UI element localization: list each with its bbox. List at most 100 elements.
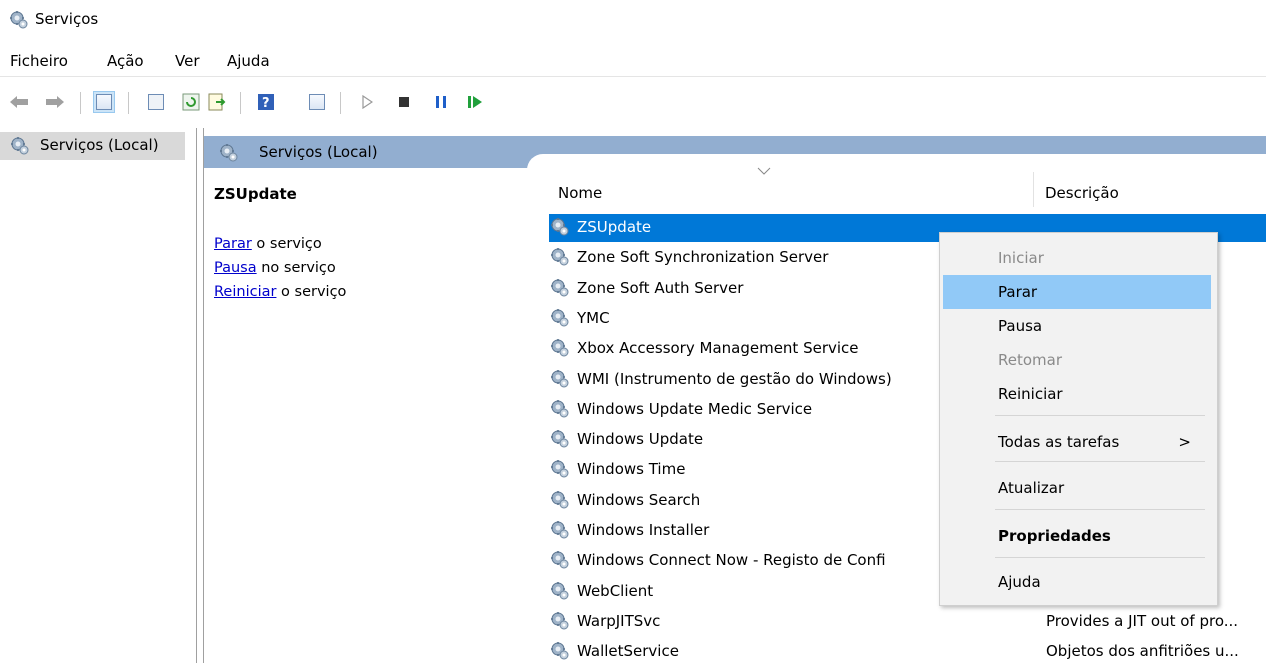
show-action-pane-icon[interactable] bbox=[306, 91, 328, 113]
menu-item-label: Iniciar bbox=[998, 249, 1044, 267]
submenu-arrow-icon: > bbox=[1178, 433, 1191, 451]
service-gear-icon bbox=[551, 339, 569, 357]
svg-text:?: ? bbox=[262, 96, 270, 111]
context-menu-item-all-tasks[interactable]: Todas as tarefas > bbox=[943, 425, 1211, 459]
service-gear-icon bbox=[551, 400, 569, 418]
action-stop-service: Parar o serviço bbox=[214, 236, 322, 252]
menu-action[interactable]: Ação bbox=[107, 52, 144, 70]
menu-item-label: Todas as tarefas bbox=[998, 433, 1120, 451]
pause-link[interactable]: Pausa bbox=[214, 260, 257, 276]
menu-item-label: Retomar bbox=[998, 351, 1063, 369]
menu-item-label: Atualizar bbox=[998, 479, 1065, 497]
stop-link[interactable]: Parar bbox=[214, 236, 252, 252]
table-row[interactable]: WalletService Objetos dos anfitriões u... bbox=[549, 638, 1266, 666]
service-name: Windows Search bbox=[577, 490, 701, 509]
menu-separator bbox=[995, 557, 1205, 558]
service-gear-icon bbox=[551, 491, 569, 509]
pause-service-icon[interactable] bbox=[430, 91, 452, 113]
services-gear-icon bbox=[220, 144, 238, 162]
window-title: Serviços bbox=[35, 10, 99, 28]
service-description: Provides a JIT out of pro... bbox=[1046, 611, 1239, 630]
context-menu: Iniciar Parar Pausa Retomar Reiniciar Todas a… bbox=[939, 232, 1218, 606]
toolbar: ? bbox=[0, 88, 1266, 118]
menu-item-label: Propriedades bbox=[998, 527, 1111, 545]
tree-item-services-local[interactable]: Serviços (Local) bbox=[0, 132, 185, 160]
toolbar-separator bbox=[80, 92, 81, 114]
context-menu-item-start: Iniciar bbox=[943, 241, 1211, 275]
menu-item-label: Ajuda bbox=[998, 573, 1041, 591]
column-divider[interactable] bbox=[1033, 172, 1034, 207]
help-icon[interactable]: ? bbox=[255, 91, 277, 113]
services-gear-icon bbox=[10, 11, 28, 29]
service-name: WarpJITSvc bbox=[577, 611, 661, 630]
service-name: Zone Soft Auth Server bbox=[577, 278, 744, 297]
action-restart-service: Reiniciar o serviço bbox=[214, 284, 346, 300]
export-list-icon[interactable] bbox=[206, 91, 228, 113]
service-name: YMC bbox=[577, 308, 610, 327]
console-tree: Serviços (Local) bbox=[0, 128, 197, 663]
service-name: Windows Installer bbox=[577, 521, 710, 539]
stop-service-icon[interactable] bbox=[393, 91, 415, 113]
menu-separator bbox=[995, 415, 1205, 416]
menu-bar: Ficheiro Ação Ver Ajuda bbox=[0, 46, 1266, 77]
action-pause-service: Pausa no serviço bbox=[214, 260, 336, 276]
services-gear-icon bbox=[11, 137, 29, 155]
service-name: Windows Connect Now - Registo de Confi bbox=[577, 551, 886, 570]
context-menu-item-properties[interactable]: Propriedades bbox=[943, 519, 1211, 553]
service-name: WMI (Instrumento de gestão do Windows) bbox=[577, 369, 892, 388]
show-console-tree-icon[interactable] bbox=[93, 91, 115, 113]
service-gear-icon bbox=[551, 309, 569, 327]
menu-item-label: Parar bbox=[998, 283, 1038, 301]
service-gear-icon bbox=[551, 521, 569, 539]
toolbar-separator bbox=[240, 92, 241, 114]
service-gear-icon bbox=[551, 248, 569, 266]
service-gear-icon bbox=[551, 612, 569, 630]
service-name: Windows Time bbox=[577, 460, 686, 479]
tree-item-label: Serviços (Local) bbox=[40, 136, 159, 154]
forward-arrow-icon[interactable] bbox=[44, 91, 66, 113]
toolbar-separator bbox=[128, 92, 129, 114]
menu-item-label: Pausa bbox=[998, 317, 1043, 335]
back-arrow-icon[interactable] bbox=[8, 91, 30, 113]
title-bar: Serviços bbox=[0, 0, 1266, 40]
service-gear-icon bbox=[551, 551, 569, 569]
menu-separator bbox=[995, 461, 1205, 462]
column-header-description[interactable]: Descrição bbox=[1045, 184, 1119, 202]
action-text: o serviço bbox=[276, 284, 347, 300]
column-header-name[interactable]: Nome bbox=[558, 184, 602, 202]
action-text: o serviço bbox=[251, 236, 322, 252]
service-gear-icon bbox=[551, 642, 569, 660]
service-name: Xbox Accessory Management Service bbox=[577, 339, 859, 358]
menu-help[interactable]: Ajuda bbox=[227, 52, 270, 70]
table-row[interactable]: WarpJITSvc Provides a JIT out of pro... bbox=[549, 608, 1266, 636]
context-menu-item-stop[interactable]: Parar bbox=[943, 275, 1211, 309]
context-menu-item-refresh[interactable]: Atualizar bbox=[943, 471, 1211, 505]
service-name: Windows Update Medic Service bbox=[577, 399, 813, 418]
service-gear-icon bbox=[551, 460, 569, 478]
resume-service-icon[interactable] bbox=[464, 91, 486, 113]
service-name: Windows Update bbox=[577, 430, 704, 449]
service-gear-icon bbox=[551, 279, 569, 297]
menu-view[interactable]: Ver bbox=[175, 52, 200, 70]
service-gear-icon bbox=[551, 218, 569, 236]
list-tab-curve bbox=[527, 154, 1266, 174]
service-gear-icon bbox=[551, 582, 569, 600]
properties-icon[interactable] bbox=[145, 91, 167, 113]
restart-link[interactable]: Reiniciar bbox=[214, 284, 276, 300]
selected-service-title: ZSUpdate bbox=[214, 185, 297, 203]
service-name: ZSUpdate bbox=[577, 218, 652, 236]
context-menu-item-restart[interactable]: Reiniciar bbox=[943, 377, 1211, 411]
service-name: Zone Soft Synchronization Server bbox=[577, 248, 829, 267]
toolbar-separator bbox=[340, 92, 341, 114]
chevron-down-icon bbox=[757, 167, 771, 175]
menu-file[interactable]: Ficheiro bbox=[10, 52, 68, 70]
action-text: no serviço bbox=[256, 260, 336, 276]
service-description: Objetos dos anfitriões u... bbox=[1046, 642, 1239, 661]
context-menu-item-pause[interactable]: Pausa bbox=[943, 309, 1211, 343]
menu-item-label: Reiniciar bbox=[998, 385, 1063, 403]
refresh-icon[interactable] bbox=[180, 91, 202, 113]
context-menu-item-help[interactable]: Ajuda bbox=[943, 565, 1211, 599]
service-name: WalletService bbox=[577, 642, 679, 661]
start-service-icon[interactable] bbox=[356, 91, 378, 113]
pane-header-title: Serviços (Local) bbox=[259, 143, 378, 161]
